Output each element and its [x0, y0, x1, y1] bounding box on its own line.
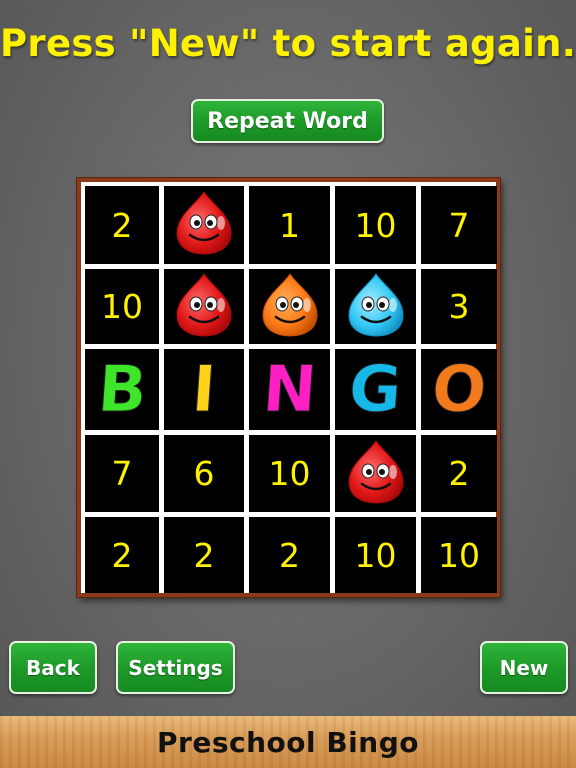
bingo-cell[interactable]: 2: [85, 186, 159, 264]
cell-number: 1: [279, 205, 300, 245]
bingo-cell[interactable]: 3: [421, 269, 497, 344]
bingo-letter: G: [346, 352, 405, 427]
cell-number: 10: [354, 205, 397, 245]
bingo-cell[interactable]: 7: [421, 186, 497, 264]
bingo-cell[interactable]: 2: [249, 517, 330, 593]
cell-number: 3: [448, 287, 470, 326]
bingo-cell[interactable]: 10: [249, 435, 330, 512]
cell-number: 2: [279, 535, 300, 575]
bingo-cell-marked[interactable]: [164, 269, 244, 344]
bingo-cell[interactable]: 10: [335, 517, 416, 593]
repeat-word-button[interactable]: Repeat Word: [191, 99, 384, 143]
bingo-cell[interactable]: 2: [164, 517, 244, 593]
back-button[interactable]: Back: [9, 641, 97, 694]
bingo-letter-cell: B: [85, 349, 159, 430]
bingo-cell[interactable]: 10: [421, 517, 497, 593]
cell-number: 6: [193, 454, 215, 493]
bingo-letter-cell: O: [421, 349, 497, 430]
cell-number: 10: [101, 287, 143, 326]
bingo-cell[interactable]: 10: [85, 269, 159, 344]
orange-drop-marker-icon: [257, 271, 323, 343]
bingo-cell[interactable]: 7: [85, 435, 159, 512]
bingo-letter: O: [429, 352, 490, 427]
cell-number: 10: [354, 535, 397, 575]
bingo-letter-cell: G: [335, 349, 416, 430]
bingo-cell-marked[interactable]: [335, 269, 416, 344]
bingo-cell-marked[interactable]: [164, 186, 244, 264]
new-game-button[interactable]: New: [480, 641, 568, 694]
footer-bar: Preschool Bingo: [0, 716, 576, 768]
cell-number: 2: [193, 535, 215, 575]
bingo-cell-marked[interactable]: [335, 435, 416, 512]
cell-number: 10: [268, 454, 311, 493]
bingo-cell-marked[interactable]: [249, 269, 330, 344]
cell-number: 2: [111, 535, 133, 575]
bingo-cell[interactable]: 1: [249, 186, 330, 264]
app-title: Preschool Bingo: [157, 725, 419, 759]
cell-number: 10: [438, 535, 480, 575]
blue-drop-marker-icon: [343, 271, 409, 343]
cell-number: 7: [111, 454, 133, 493]
red-drop-marker-icon: [343, 438, 409, 510]
settings-button[interactable]: Settings: [116, 641, 235, 694]
bingo-letter: I: [189, 352, 219, 427]
status-message: Press "New" to start again.: [0, 22, 576, 65]
bingo-cell[interactable]: 2: [85, 517, 159, 593]
cell-number: 2: [448, 454, 470, 493]
bingo-cell[interactable]: 6: [164, 435, 244, 512]
bingo-board: 2 1 10 7 10 3 B I N G O 7 6 10 2 2 2 2 10 10: [77, 178, 500, 597]
bingo-cell[interactable]: 2: [421, 435, 497, 512]
red-drop-marker-icon: [171, 189, 237, 261]
cell-number: 7: [448, 205, 470, 245]
bingo-letter: B: [95, 352, 150, 427]
red-drop-marker-icon: [171, 271, 237, 343]
bingo-cell[interactable]: 10: [335, 186, 416, 264]
bingo-letter: N: [260, 352, 320, 427]
bingo-letter-cell: I: [164, 349, 244, 430]
cell-number: 2: [111, 205, 133, 245]
bingo-letter-cell: N: [249, 349, 330, 430]
